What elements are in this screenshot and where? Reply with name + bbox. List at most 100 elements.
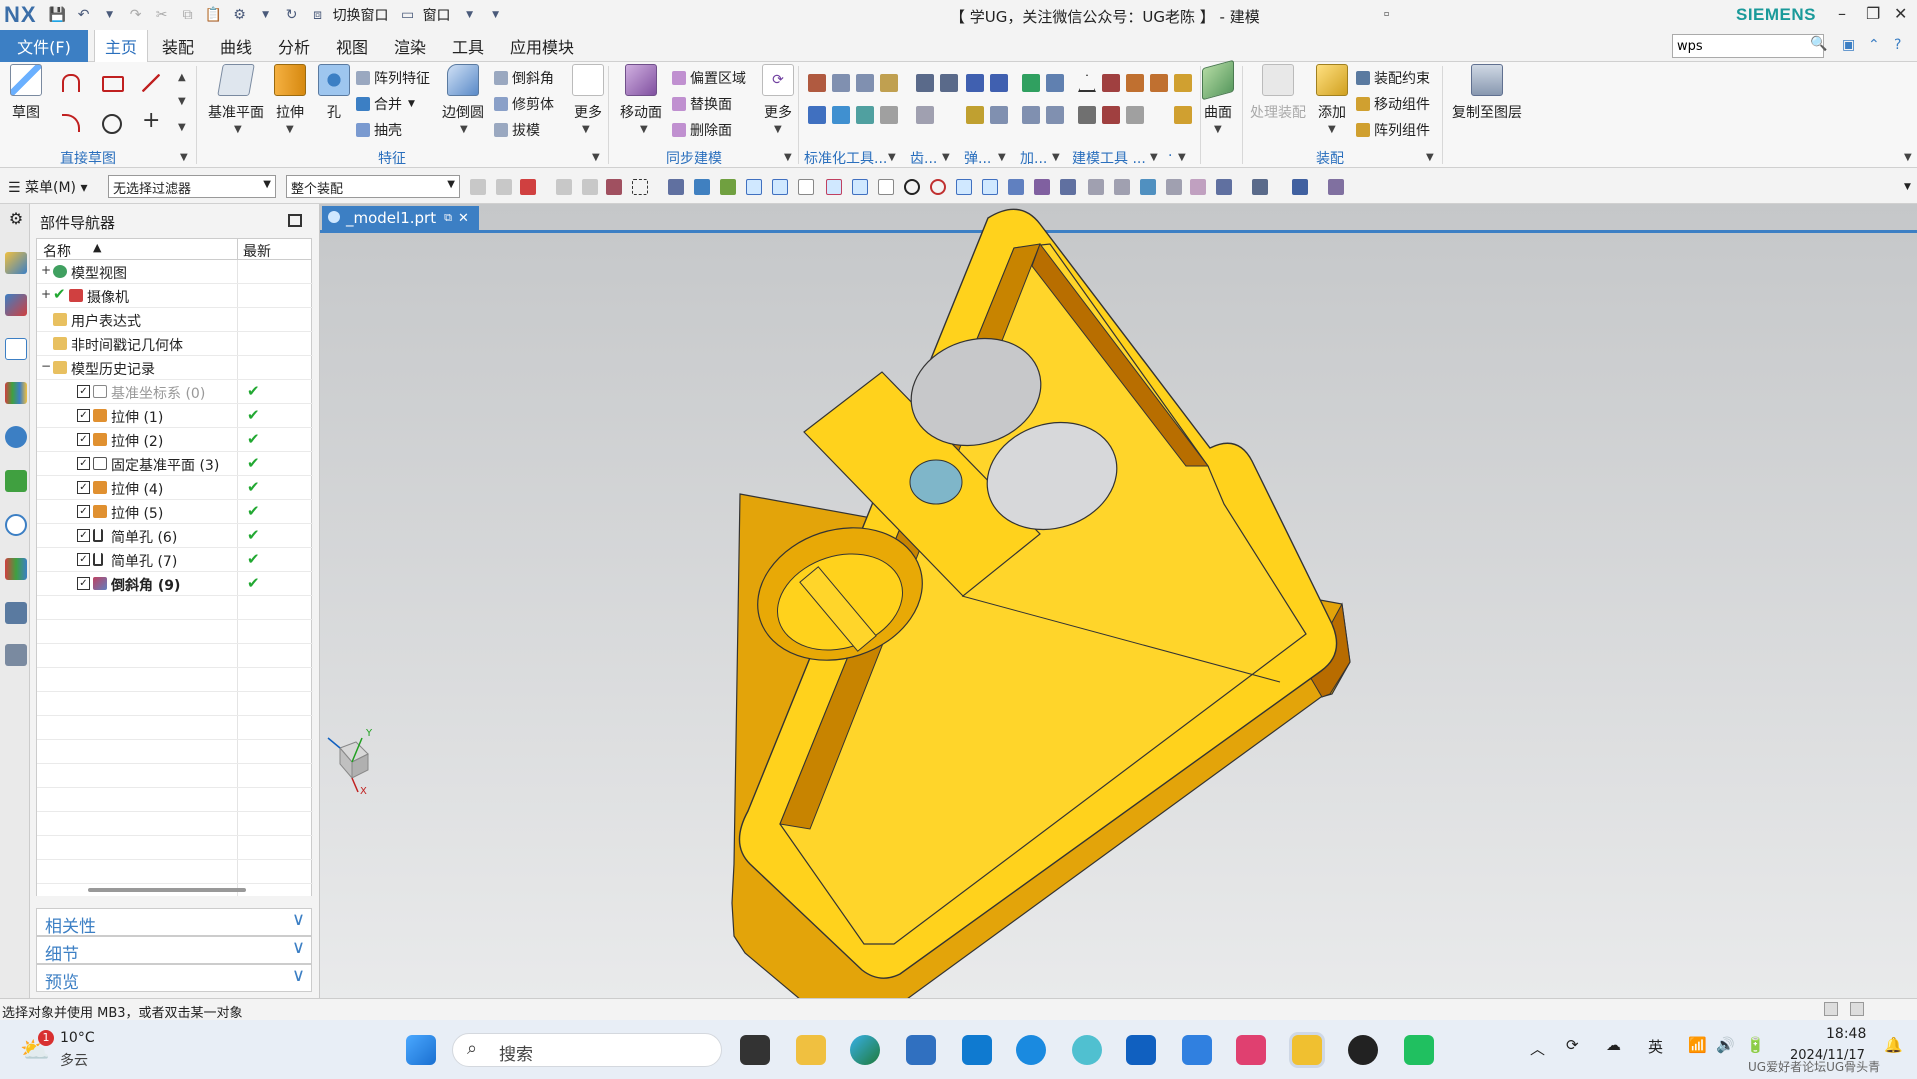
panel-dependencies[interactable]: 相关性 ∨	[36, 908, 312, 937]
add-component-button[interactable]: 添加	[1316, 64, 1348, 122]
toolbar-icon[interactable]	[1252, 179, 1268, 195]
scroll-up-icon[interactable]: ▲	[178, 72, 186, 83]
dropdown-icon[interactable]: ▼	[942, 152, 950, 163]
group-label-assembly[interactable]: 装配	[1316, 148, 1344, 168]
toolbar-icon[interactable]	[668, 179, 684, 195]
ie-browser-icon[interactable]	[1016, 1035, 1046, 1065]
more-features-button[interactable]: 更多	[572, 64, 604, 122]
dropdown-icon[interactable]: ▼	[784, 152, 792, 163]
cut-icon[interactable]: ✂	[151, 4, 173, 26]
feature-checkbox[interactable]: ✓	[77, 457, 90, 470]
dropdown-icon[interactable]: ▼	[1178, 152, 1186, 163]
tool-icon[interactable]	[880, 106, 898, 124]
toolbar-icon[interactable]	[1008, 179, 1024, 195]
replace-face-button[interactable]: 替换面	[672, 94, 732, 114]
weather-widget[interactable]: ⛅ 1	[20, 1030, 56, 1064]
sync-icon[interactable]: ⟳	[1566, 1036, 1579, 1054]
minimize-button[interactable]: –	[1838, 4, 1846, 23]
feature-checkbox[interactable]: ✓	[77, 529, 90, 542]
arc-icon[interactable]	[62, 114, 80, 132]
app-icon[interactable]	[1072, 1035, 1102, 1065]
clock-time[interactable]: 18:48	[1826, 1026, 1866, 1042]
dropdown-icon[interactable]: ▼	[592, 152, 600, 163]
toolbar-icon[interactable]	[1292, 179, 1308, 195]
tree-row-camera[interactable]: + ✔ 摄像机	[37, 284, 313, 308]
feature-checkbox[interactable]: ✓	[77, 577, 90, 590]
switch-window-icon[interactable]: ⧈	[307, 4, 329, 26]
profile-icon[interactable]	[62, 74, 80, 92]
command-search-input[interactable]	[1672, 34, 1824, 58]
group-label-spring[interactable]: 弹...	[964, 148, 991, 168]
dropdown-icon[interactable]: ▼	[888, 152, 896, 163]
toolbar-icon[interactable]	[746, 179, 762, 195]
bilibili-icon[interactable]	[1236, 1035, 1266, 1065]
point-icon[interactable]: +	[142, 110, 160, 132]
dropdown-icon[interactable]: ▼	[582, 124, 590, 135]
volume-icon[interactable]: 🔊	[1716, 1036, 1735, 1054]
tool-icon[interactable]	[880, 74, 898, 92]
feature-checkbox[interactable]: ✓	[77, 433, 90, 446]
nx-app-icon[interactable]	[1292, 1035, 1322, 1065]
tab-curve[interactable]: 曲线	[212, 30, 260, 62]
tool-icon[interactable]	[856, 106, 874, 124]
dropdown-icon[interactable]: ▼	[1214, 124, 1222, 135]
model-3d-view[interactable]	[320, 204, 1917, 998]
group-label-sync-modeling[interactable]: 同步建模	[666, 148, 722, 168]
surface-button[interactable]: 曲面	[1202, 59, 1234, 122]
trim-body-button[interactable]: 修剪体	[494, 94, 554, 114]
toolbar-icon[interactable]	[1114, 179, 1130, 195]
app-icon[interactable]	[962, 1035, 992, 1065]
add-tool-icon[interactable]	[1022, 74, 1040, 92]
dropdown-icon[interactable]: ▼	[460, 124, 468, 135]
undo-icon[interactable]: ↶	[73, 4, 95, 26]
group-label-add[interactable]: 加...	[1020, 148, 1047, 168]
tab-render[interactable]: 渲染	[386, 30, 434, 62]
tool-icon[interactable]	[832, 106, 850, 124]
sort-ascending-icon[interactable]: ▲	[93, 241, 101, 254]
help-icon[interactable]: ?	[1894, 37, 1901, 53]
toolbar-icon[interactable]	[1216, 179, 1232, 195]
qq-icon[interactable]	[1348, 1035, 1378, 1065]
toolbar-icon[interactable]	[1034, 179, 1050, 195]
toolbar-icon[interactable]	[520, 179, 536, 195]
constraint-navigator-icon[interactable]	[5, 294, 27, 316]
maximize-icon[interactable]	[288, 214, 302, 227]
modeling-tool-icon[interactable]	[1126, 106, 1144, 124]
feature-checkbox[interactable]: ✓	[77, 481, 90, 494]
offset-region-button[interactable]: 偏置区域	[672, 68, 746, 88]
toolbar-icon[interactable]	[982, 179, 998, 195]
tree-row-feature[interactable]: ✓ 拉伸 (2) ✔	[37, 428, 313, 452]
touch-mode-icon[interactable]: ⚙	[229, 4, 251, 26]
toolbar-icon[interactable]	[1328, 179, 1344, 195]
clock-icon[interactable]	[5, 514, 27, 536]
modeling-tool-icon[interactable]	[1078, 106, 1096, 124]
tree-row-model-views[interactable]: + 模型视图	[37, 260, 313, 284]
close-button[interactable]: ✕	[1894, 4, 1907, 23]
tab-home[interactable]: 主页	[94, 30, 148, 62]
dropdown-icon[interactable]: ▼	[408, 99, 415, 109]
copy-icon[interactable]: ⧉	[177, 4, 199, 26]
save-icon[interactable]: 💾	[47, 4, 69, 26]
restore-button[interactable]: ❐	[1866, 4, 1880, 23]
assembly-constraint-button[interactable]: 装配约束	[1356, 68, 1430, 88]
modeling-tool-icon[interactable]	[1102, 74, 1120, 92]
toolbar-icon[interactable]	[1060, 179, 1076, 195]
tab-analysis[interactable]: 分析	[270, 30, 318, 62]
menu-button[interactable]: ☰ 菜单(M) ▾	[8, 177, 88, 197]
ribbon-options-icon[interactable]: ▼	[1904, 152, 1912, 163]
start-button[interactable]	[406, 1035, 436, 1065]
toolbar-icon[interactable]	[606, 179, 622, 195]
dropdown-icon[interactable]: ▼	[998, 152, 1006, 163]
group-label-modeling-tools[interactable]: 建模工具 ...	[1072, 148, 1146, 168]
tool-icon[interactable]	[808, 74, 826, 92]
toolbar-icon[interactable]	[556, 179, 572, 195]
graphics-window[interactable]: _model1.prt ⧉ ✕ Y X	[320, 204, 1917, 998]
web-browser-icon[interactable]	[5, 426, 27, 448]
chamfer-button[interactable]: 倒斜角	[494, 68, 554, 88]
toolbar-icon[interactable]	[798, 179, 814, 195]
rectangle-icon[interactable]	[102, 76, 124, 92]
gear-tool-icon[interactable]	[940, 74, 958, 92]
modeling-tool-icon[interactable]	[1102, 106, 1120, 124]
feature-checkbox[interactable]: ✓	[77, 505, 90, 518]
tree-row-user-expressions[interactable]: 用户表达式	[37, 308, 313, 332]
